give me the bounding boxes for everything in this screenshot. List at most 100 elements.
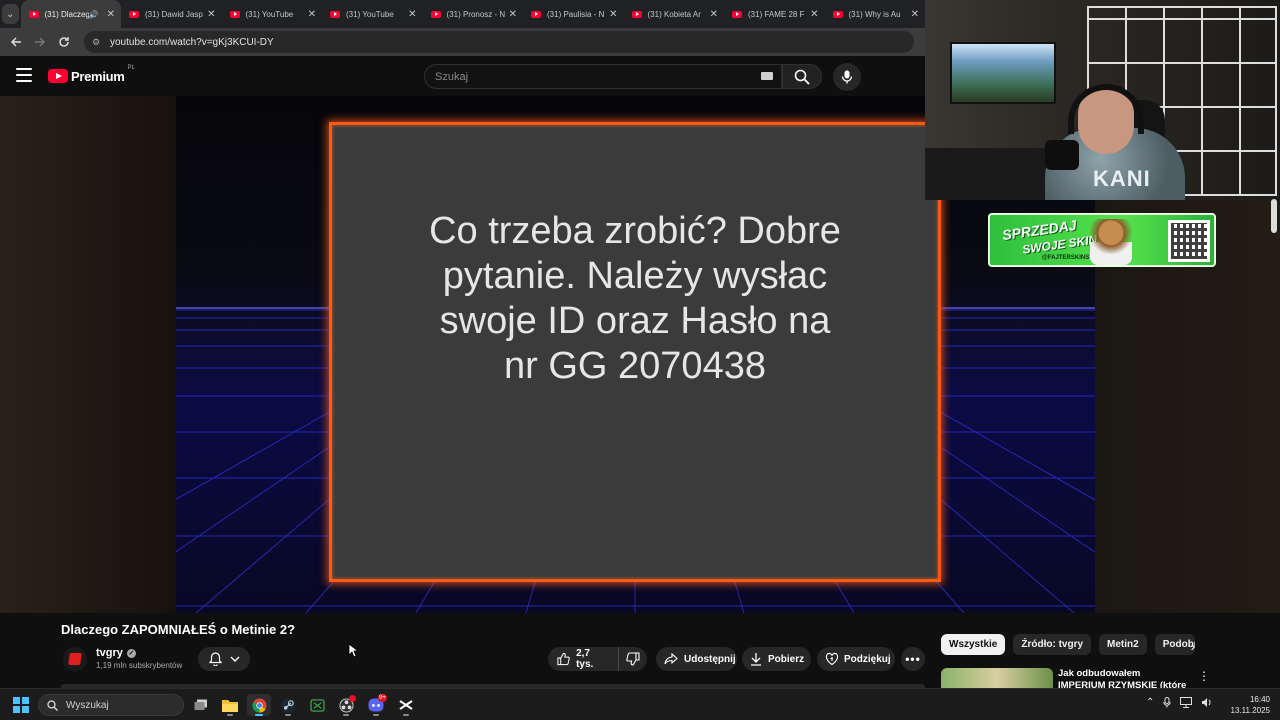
- tab-title: (31) Kobieta Ar: [647, 9, 701, 19]
- tray-microphone-icon[interactable]: [1163, 697, 1172, 708]
- close-tab-icon[interactable]: ✕: [710, 9, 718, 20]
- capcut-icon[interactable]: [394, 694, 418, 716]
- notification-bell-button[interactable]: [198, 647, 250, 671]
- browser-tab[interactable]: (31) YouTube ✕: [222, 0, 323, 28]
- start-icon[interactable]: [13, 697, 29, 713]
- recommended-video-thumbnail[interactable]: [941, 668, 1053, 688]
- search-placeholder: Szukaj: [435, 70, 469, 83]
- menu-icon[interactable]: [16, 68, 32, 82]
- close-tab-icon[interactable]: ✕: [107, 9, 115, 20]
- tab-search-button[interactable]: ⌄: [2, 4, 19, 24]
- close-tab-icon[interactable]: ✕: [609, 9, 617, 20]
- xbox-app-icon[interactable]: [305, 694, 329, 716]
- browser-tab[interactable]: (31) Kobieta Ar ✕: [624, 0, 725, 28]
- dislike-button[interactable]: [619, 647, 647, 671]
- tab-title: (31) Dawid Jasper: [145, 9, 203, 19]
- search-input[interactable]: Szukaj: [424, 64, 782, 89]
- recommended-video-title[interactable]: Jak odbudowałem IMPERIUM RZYMSKIE (które…: [1058, 668, 1188, 688]
- webcam-microphone: [1045, 140, 1079, 170]
- search-icon: [47, 699, 58, 711]
- share-button[interactable]: Udostępnij: [656, 647, 737, 671]
- voice-search-button[interactable]: [833, 63, 861, 91]
- forward-icon[interactable]: [30, 32, 50, 52]
- volume-icon[interactable]: [1201, 697, 1213, 708]
- sponsor-banner: SPRZEDAJ SWOJE SKINY @FAJTERSKINS: [988, 213, 1216, 267]
- browser-tab[interactable]: (31) Paulisia - N ✕: [523, 0, 624, 28]
- taskbar-clock[interactable]: 16:40 13.11.2025: [1226, 694, 1270, 716]
- mouse-cursor: [348, 643, 358, 658]
- back-icon[interactable]: [6, 32, 26, 52]
- close-tab-icon[interactable]: ✕: [207, 9, 215, 20]
- chrome-icon[interactable]: [247, 694, 271, 716]
- keyboard-icon[interactable]: [761, 72, 773, 80]
- chip-all[interactable]: Wszystkie: [941, 634, 1006, 655]
- thumbs-down-icon: [626, 652, 640, 666]
- streamer-webcam: KANI: [925, 0, 1280, 200]
- close-tab-icon[interactable]: ✕: [911, 9, 919, 20]
- youtube-favicon-icon: [28, 10, 39, 18]
- thumbs-up-icon: [557, 652, 570, 666]
- reload-icon[interactable]: [54, 32, 74, 52]
- thanks-button[interactable]: Podziękuj: [817, 647, 895, 671]
- download-label: Pobierz: [768, 653, 805, 665]
- youtube-favicon-icon: [531, 10, 541, 18]
- sponsor-dog-image: [1090, 219, 1132, 265]
- windows-taskbar: Wyszukaj 9+ ⌃ 16:40 13.11.2025: [0, 688, 1280, 720]
- network-icon[interactable]: [1180, 697, 1193, 708]
- qr-code-icon: [1168, 220, 1210, 262]
- task-view-icon[interactable]: [189, 694, 213, 716]
- browser-tab[interactable]: (31) Why is Au ✕: [825, 0, 926, 28]
- youtube-play-icon: [48, 69, 68, 83]
- tray-overflow-icon[interactable]: ⌃: [1146, 697, 1154, 708]
- recommended-more-icon[interactable]: ⋮: [1197, 668, 1211, 684]
- channel-name: tvgry: [96, 647, 123, 659]
- close-tab-icon[interactable]: ✕: [408, 9, 416, 20]
- discord-icon[interactable]: 9+: [364, 694, 388, 716]
- url-field[interactable]: ⚙ youtube.com/watch?v=gKj3KCUI-DY: [84, 31, 914, 53]
- tab-audio-icon[interactable]: 🔊: [89, 10, 99, 19]
- youtube-favicon-icon: [330, 10, 340, 18]
- obs-icon[interactable]: [334, 694, 358, 716]
- screen: ⌄ (31) Dlaczego🔊✕(31) Dawid Jasper✕(31) …: [0, 0, 1280, 720]
- site-info-icon[interactable]: ⚙: [90, 36, 102, 48]
- search-icon: [794, 69, 810, 85]
- steam-icon[interactable]: [276, 694, 300, 716]
- system-tray: ⌃: [1146, 697, 1213, 708]
- taskbar-search-label: Wyszukaj: [66, 699, 109, 711]
- webcam-shirt-text: KANI: [1093, 166, 1151, 191]
- chip-metin2[interactable]: Metin2: [1099, 634, 1147, 655]
- tab-title: (31) Paulisia - N: [547, 9, 605, 19]
- download-button[interactable]: Pobierz: [742, 647, 811, 671]
- tab-title: (31) YouTube: [346, 9, 394, 19]
- browser-tab[interactable]: (31) FAME 28 F ✕: [724, 0, 825, 28]
- close-tab-icon[interactable]: ✕: [308, 9, 316, 20]
- tab-title: (31) Pronosz - N: [446, 9, 505, 19]
- more-actions-button[interactable]: •••: [901, 647, 925, 671]
- channel-name-link[interactable]: tvgry ✓: [96, 647, 136, 659]
- youtube-logo[interactable]: Premium PL: [48, 65, 135, 84]
- youtube-favicon-icon: [129, 10, 139, 18]
- clock-time: 16:40: [1249, 695, 1270, 704]
- taskbar-search[interactable]: Wyszukaj: [38, 694, 184, 716]
- close-tab-icon[interactable]: ✕: [810, 9, 818, 20]
- chevron-right-icon[interactable]: ›: [1184, 637, 1202, 655]
- scrollbar-thumb[interactable]: [1271, 199, 1277, 233]
- tab-title: (31) FAME 28 F: [748, 9, 805, 19]
- download-icon: [751, 653, 761, 666]
- video-slide: Co trzeba zrobić? Dobre pytanie. Należy …: [329, 122, 941, 582]
- chip-source[interactable]: Źródło: tvgry: [1013, 634, 1092, 655]
- file-explorer-icon[interactable]: [218, 694, 242, 716]
- microphone-icon: [841, 70, 853, 84]
- video-title: Dlaczego ZAPOMNIAŁEŚ o Metinie 2?: [61, 622, 296, 637]
- like-count: 2,7 tys.: [576, 648, 594, 670]
- browser-tab-strip: ⌄ (31) Dlaczego🔊✕(31) Dawid Jasper✕(31) …: [0, 0, 925, 28]
- search-button[interactable]: [782, 64, 822, 89]
- browser-tab[interactable]: (31) Dawid Jasper ✕: [121, 0, 222, 28]
- url-text: youtube.com/watch?v=gKj3KCUI-DY: [110, 36, 274, 48]
- browser-tab[interactable]: (31) YouTube ✕: [322, 0, 423, 28]
- like-button[interactable]: 2,7 tys.: [548, 647, 619, 671]
- channel-avatar[interactable]: [63, 647, 87, 671]
- browser-tab[interactable]: (31) Dlaczego🔊 ✕: [20, 0, 121, 28]
- browser-tab[interactable]: (31) Pronosz - N ✕: [423, 0, 524, 28]
- close-tab-icon[interactable]: ✕: [509, 9, 517, 20]
